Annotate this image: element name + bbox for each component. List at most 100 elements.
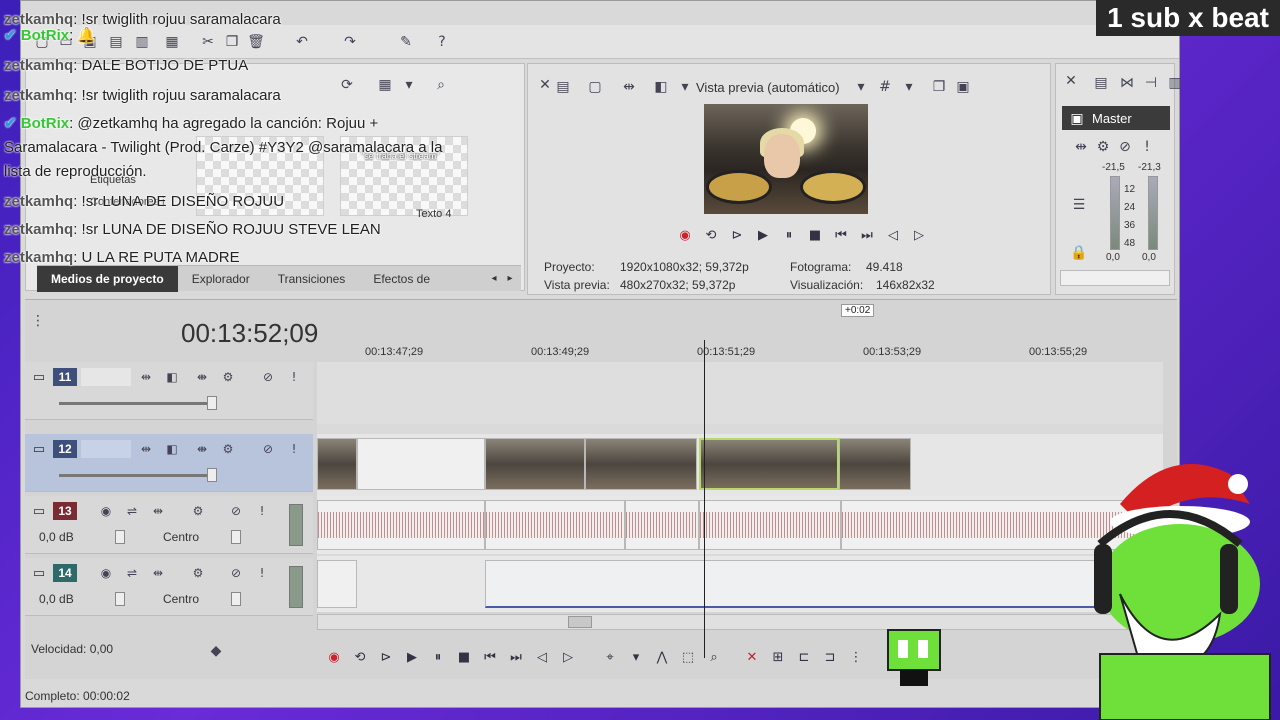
timeline-scrollbar[interactable]	[317, 614, 1129, 630]
pause-icon[interactable]: ⏸	[427, 646, 449, 668]
loop-icon[interactable]: ⟲	[700, 224, 722, 246]
compositing-icon[interactable]: ◧	[163, 368, 181, 386]
opacity-knob[interactable]	[207, 468, 217, 482]
stop-icon[interactable]: ■	[804, 224, 826, 246]
track-lane[interactable]	[317, 496, 1163, 554]
video-event[interactable]	[585, 438, 697, 490]
preview-quality-select[interactable]: Vista previa (automático)	[696, 80, 840, 95]
zoom-tool-icon[interactable]: ⌕	[703, 646, 725, 668]
invert-phase-icon[interactable]: ⇌	[123, 564, 141, 582]
gear-icon[interactable]: ⚙	[189, 564, 207, 582]
tab-effects[interactable]: Efectos de	[359, 266, 444, 292]
go-to-end-icon[interactable]: ⏭	[856, 224, 878, 246]
copy-icon[interactable]: ▦	[161, 31, 183, 53]
track-header-audio[interactable]: ▭ 13 ◉ ⇌ ⇹ ⚙ ⊘ ! 0,0 dB Centro	[25, 496, 313, 554]
go-to-start-icon[interactable]: ⏮	[830, 224, 852, 246]
gear-icon[interactable]: ⚙	[219, 440, 237, 458]
scroll-thumb[interactable]	[568, 616, 592, 628]
loop-icon[interactable]: ⟲	[349, 646, 371, 668]
dim-icon[interactable]: ⊣	[1140, 72, 1162, 94]
mute-icon[interactable]: ⊘	[1114, 136, 1136, 158]
lock-icon[interactable]: 🔒	[1068, 242, 1090, 264]
fx-icon[interactable]: ⇹	[137, 440, 155, 458]
track-header-video[interactable]: ▭ 12 ⇹ ◧ ⇼ ⚙ ⊘ !	[25, 434, 313, 492]
go-to-end-icon[interactable]: ⏭	[505, 646, 527, 668]
save-snapshot-icon[interactable]: ▣	[952, 76, 974, 98]
envelope-tool-icon[interactable]: ⋀	[651, 646, 673, 668]
previous-frame-icon[interactable]: ◁	[882, 224, 904, 246]
edit-tool-icon[interactable]: ✎	[395, 31, 417, 53]
refresh-icon[interactable]: ⟳	[336, 74, 358, 96]
gear-icon[interactable]: ⚙	[1092, 136, 1114, 158]
trim-start-icon[interactable]: ⊏	[793, 646, 815, 668]
track-lane[interactable]	[317, 556, 1163, 612]
track-content-area[interactable]	[317, 362, 1163, 612]
collapse-icon[interactable]: ▭	[31, 440, 47, 458]
track-header-video[interactable]: ▭ 11 ⇹ ◧ ⇼ ⚙ ⊘ !	[25, 362, 313, 420]
mute-icon[interactable]: ⊘	[227, 564, 245, 582]
grid-icon[interactable]: #	[874, 76, 896, 98]
track-name-field[interactable]	[81, 440, 131, 458]
track-lane[interactable]	[317, 362, 1163, 424]
delete-event-icon[interactable]: ✕	[741, 646, 763, 668]
invert-phase-icon[interactable]: ⇌	[123, 502, 141, 520]
mute-icon[interactable]: ⊘	[227, 502, 245, 520]
help-icon[interactable]: ?	[431, 31, 453, 53]
record-arm-icon[interactable]: ◉	[97, 564, 115, 582]
video-event[interactable]	[357, 438, 485, 490]
chevron-left-icon[interactable]: ◂	[487, 270, 501, 288]
view-icon[interactable]: ▦	[374, 74, 396, 96]
audio-event[interactable]	[699, 500, 841, 550]
track-header-audio[interactable]: ▭ 14 ◉ ⇌ ⇹ ⚙ ⊘ ! 0,0 dB Centro	[25, 558, 313, 616]
split-screen-icon[interactable]: ◧	[650, 76, 672, 98]
selection-tool-icon[interactable]: ⬚	[677, 646, 699, 668]
video-event[interactable]	[839, 438, 911, 490]
play-from-start-icon[interactable]: ⊳	[375, 646, 397, 668]
compositing-icon[interactable]: ◧	[163, 440, 181, 458]
pan-knob[interactable]	[231, 530, 241, 544]
delete-icon[interactable]: 🗑	[245, 31, 267, 53]
chevron-down-icon[interactable]: ▾	[850, 76, 872, 98]
chevron-right-icon[interactable]: ▸	[503, 270, 517, 288]
solo-icon[interactable]: !	[1136, 136, 1158, 158]
chevron-down-icon[interactable]: ▾	[398, 74, 420, 96]
fx-chain-icon[interactable]: ⇹	[1070, 136, 1092, 158]
mixer-properties-icon[interactable]: ▤	[1090, 72, 1112, 94]
properties-icon[interactable]: ▤	[105, 31, 127, 53]
opacity-slider[interactable]	[59, 402, 209, 405]
collapse-icon[interactable]: ▭	[31, 502, 47, 520]
next-frame-icon[interactable]: ▷	[557, 646, 579, 668]
record-icon[interactable]: ◉	[674, 224, 696, 246]
time-ruler[interactable]: 00:13:47;29 00:13:49;29 00:13:51;29 00:1…	[317, 340, 1161, 362]
mute-icon[interactable]: ⊘	[259, 368, 277, 386]
preview-properties-icon[interactable]: ▤	[552, 76, 574, 98]
fx-icon[interactable]: ⇹	[618, 76, 640, 98]
audio-event[interactable]	[625, 500, 699, 550]
downmix-icon[interactable]: ⋈	[1116, 72, 1138, 94]
rate-slider-icon[interactable]: ◆	[205, 640, 227, 662]
volume-knob[interactable]	[115, 592, 125, 606]
meter-options-icon[interactable]: ▥	[1164, 72, 1186, 94]
drag-handle-icon[interactable]: ⋮	[27, 310, 49, 332]
opacity-knob[interactable]	[207, 396, 217, 410]
cut-icon[interactable]: ✂	[197, 31, 219, 53]
gear-icon[interactable]: ⚙	[189, 502, 207, 520]
tab-transitions[interactable]: Transiciones	[264, 266, 360, 292]
video-event-selected[interactable]	[699, 438, 839, 490]
record-icon[interactable]: ◉	[323, 646, 345, 668]
stop-icon[interactable]: ■	[453, 646, 475, 668]
external-monitor-icon[interactable]: ▢	[584, 76, 606, 98]
collapse-icon[interactable]: ▭	[31, 368, 47, 386]
chevron-down-icon[interactable]: ▾	[898, 76, 920, 98]
search-icon[interactable]: ⌕	[430, 74, 452, 96]
fx-icon[interactable]: ⇹	[149, 502, 167, 520]
fx-icon[interactable]: ⇹	[137, 368, 155, 386]
master-scrollbar[interactable]	[1060, 270, 1170, 286]
paste-icon[interactable]: ❐	[221, 31, 243, 53]
solo-icon[interactable]: !	[285, 368, 303, 386]
close-icon[interactable]: ✕	[1060, 70, 1082, 92]
play-icon[interactable]: ▶	[752, 224, 774, 246]
motion-icon[interactable]: ⇼	[193, 440, 211, 458]
solo-icon[interactable]: !	[253, 564, 271, 582]
master-fader[interactable]: ☰	[1068, 194, 1090, 216]
